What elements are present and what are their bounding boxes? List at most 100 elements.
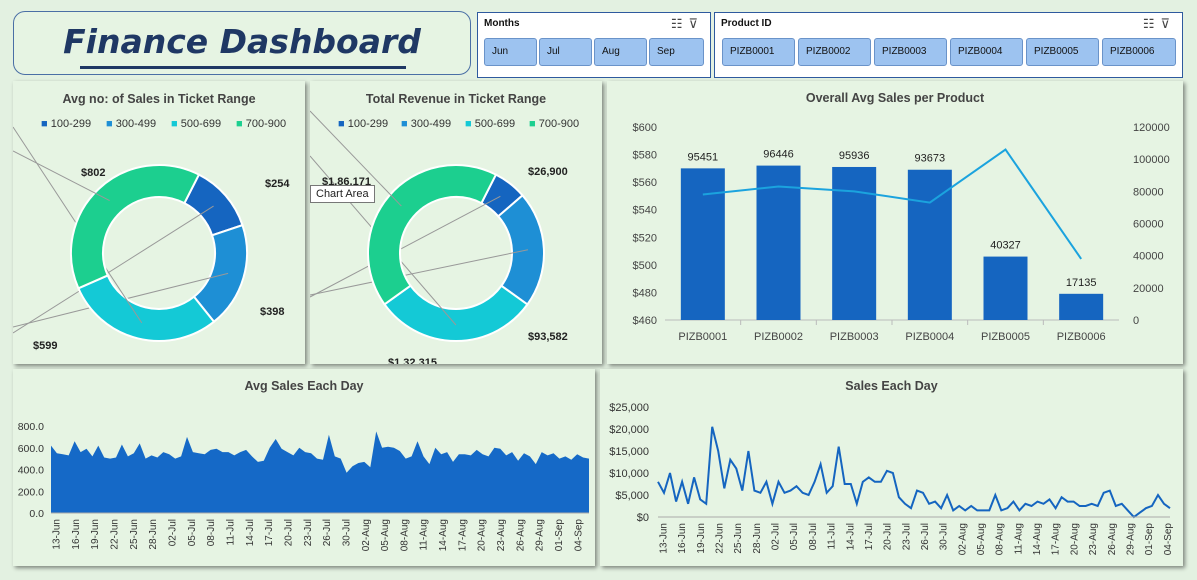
multi-select-icon[interactable]: ☷ xyxy=(671,16,689,31)
x-tick-label: 05-Jul xyxy=(187,519,198,546)
x-tick-label: 23-Jul xyxy=(901,523,912,550)
bar xyxy=(983,256,1028,320)
y-tick-label: $500 xyxy=(633,260,657,272)
bar-data-label: 17135 xyxy=(1066,277,1097,289)
x-tick-label: 29-Aug xyxy=(535,519,546,551)
chart-area-tooltip: Chart Area xyxy=(310,185,375,203)
y-tick-label: $580 xyxy=(633,150,657,162)
combo-chart[interactable]: $460 $480 $500 $520 $540 $560 $580 $600 0 20000 40… xyxy=(607,81,1183,364)
leader-line xyxy=(310,249,529,296)
y2-tick-label: 80000 xyxy=(1133,186,1164,198)
x-tick-label: 13-Jun xyxy=(52,519,63,550)
y-tick-label: $15,000 xyxy=(609,446,649,458)
data-label: $599 xyxy=(33,340,57,352)
y2-tick-label: 120000 xyxy=(1133,122,1170,134)
y-tick-label: $480 xyxy=(633,287,657,299)
slicer-item-jun[interactable]: Jun xyxy=(484,38,537,66)
bar-data-label: 93673 xyxy=(915,153,946,165)
x-tick-label: 11-Aug xyxy=(1013,523,1024,555)
sales-each-day-panel[interactable]: Sales Each Day $0 $5,000 $10,000 $15,000 $20… xyxy=(600,369,1183,566)
donut-slice xyxy=(77,274,216,342)
x-tick-label: 05-Jul xyxy=(789,523,800,550)
x-tick-label: 20-Aug xyxy=(1069,523,1080,555)
y-tick-label: $520 xyxy=(633,232,657,244)
y2-tick-label: 40000 xyxy=(1133,251,1164,263)
slicer-item-pizb0006[interactable]: PIZB0006 xyxy=(1102,38,1176,66)
x-tick-label: 17-Jul xyxy=(864,523,875,550)
avg-sales-ticket-range-panel[interactable]: Avg no: of Sales in Ticket Range ■ 100-2… xyxy=(13,81,305,364)
slicer-item-aug[interactable]: Aug xyxy=(594,38,647,66)
x-tick-label: 29-Aug xyxy=(1125,523,1136,555)
multi-select-icon[interactable]: ☷ xyxy=(1143,16,1161,31)
x-tick-label: 01-Sep xyxy=(1144,523,1155,556)
x-tick-label: 08-Aug xyxy=(995,523,1006,555)
x-tick-label: 04-Sep xyxy=(1163,523,1174,556)
x-tick-label: PIZB0005 xyxy=(981,331,1030,343)
x-tick-label: 02-Aug xyxy=(957,523,968,555)
area-chart[interactable]: 0.0 200.0 400.0 600.0 800.0 13-Jun 16-Jun 19-Ju… xyxy=(13,369,595,566)
product-slicer[interactable]: Product ID ☷⊽ PIZB0001 PIZB0002 PIZB0003… xyxy=(714,12,1183,78)
dashboard-title-box: Finance Dashboard xyxy=(13,11,471,75)
line-chart[interactable]: $0 $5,000 $10,000 $15,000 $20,000 $25,000 13-J… xyxy=(600,369,1183,566)
donut-chart[interactable]: $254 $398 $599 $802 xyxy=(13,81,305,364)
bar xyxy=(1059,293,1104,320)
slicer-item-sep[interactable]: Sep xyxy=(649,38,704,66)
x-tick-label: 19-Jun xyxy=(90,519,101,550)
x-tick-label: 08-Jul xyxy=(206,519,217,546)
x-tick-label: 30-Jul xyxy=(341,519,352,546)
slicer-item-pizb0005[interactable]: PIZB0005 xyxy=(1026,38,1099,66)
x-tick-label: 02-Jul xyxy=(167,519,178,546)
x-tick-label: 20-Aug xyxy=(477,519,488,551)
x-tick-label: 14-Jul xyxy=(245,519,256,546)
x-tick-label: 22-Jun xyxy=(109,519,120,550)
x-tick-label: 14-Aug xyxy=(1032,523,1043,555)
x-tick-label: 26-Jul xyxy=(322,519,333,546)
donut-slice xyxy=(367,164,498,306)
y-tick-label: 600.0 xyxy=(18,443,44,455)
x-tick-label: 20-Jul xyxy=(283,519,294,546)
x-tick-label: PIZB0006 xyxy=(1057,331,1106,343)
title-underline xyxy=(80,66,406,69)
x-tick-label: PIZB0004 xyxy=(905,331,954,343)
y-tick-label: 800.0 xyxy=(18,421,44,433)
x-tick-label: 14-Aug xyxy=(438,519,449,551)
total-revenue-ticket-range-panel[interactable]: Total Revenue in Ticket Range ■ 100-299 … xyxy=(310,81,602,364)
product-slicer-title: Product ID xyxy=(721,18,772,29)
y-tick-label: 400.0 xyxy=(18,465,44,477)
area-series xyxy=(51,431,589,513)
y-tick-label: 0.0 xyxy=(29,508,44,520)
avg-sales-per-product-panel[interactable]: Overall Avg Sales per Product $460 $480 $5… xyxy=(607,81,1183,364)
clear-filter-icon[interactable]: ⊽ xyxy=(1160,16,1176,31)
slicer-item-pizb0004[interactable]: PIZB0004 xyxy=(950,38,1023,66)
avg-sales-each-day-panel[interactable]: Avg Sales Each Day 0.0 200.0 400.0 600.0 800… xyxy=(13,369,595,566)
x-tick-label: PIZB0002 xyxy=(754,331,803,343)
x-tick-label: 11-Jul xyxy=(225,519,236,546)
x-tick-label: 17-Jul xyxy=(264,519,275,546)
x-tick-label: PIZB0001 xyxy=(678,331,727,343)
x-tick-label: 25-Jun xyxy=(129,519,140,550)
x-tick-label: 04-Sep xyxy=(573,519,584,552)
y-tick-label: $460 xyxy=(633,315,657,327)
x-tick-label: 16-Jun xyxy=(677,523,688,554)
x-tick-label: 28-Jun xyxy=(148,519,159,550)
data-label: $398 xyxy=(260,306,284,318)
x-tick-label: 23-Aug xyxy=(1088,523,1099,555)
bar-data-label: 40327 xyxy=(990,240,1021,252)
donut-chart[interactable]: $26,900$93,582$1,32,315$1,86,171 xyxy=(310,81,602,364)
y-tick-label: $5,000 xyxy=(615,490,649,502)
x-tick-label: 11-Aug xyxy=(419,519,430,551)
slicer-item-pizb0002[interactable]: PIZB0002 xyxy=(798,38,871,66)
slicer-item-jul[interactable]: Jul xyxy=(539,38,592,66)
slicer-item-pizb0003[interactable]: PIZB0003 xyxy=(874,38,947,66)
y-tick-label: $0 xyxy=(637,512,649,524)
slicer-item-pizb0001[interactable]: PIZB0001 xyxy=(722,38,795,66)
x-tick-label: 05-Aug xyxy=(380,519,391,551)
data-label: $26,900 xyxy=(528,166,568,178)
months-slicer[interactable]: Months ☷⊽ Jun Jul Aug Sep xyxy=(477,12,711,78)
x-tick-label: 26-Aug xyxy=(515,519,526,551)
x-tick-label: 13-Jun xyxy=(659,523,670,554)
y2-tick-label: 100000 xyxy=(1133,154,1170,166)
x-tick-label: 17-Aug xyxy=(457,519,468,551)
clear-filter-icon[interactable]: ⊽ xyxy=(688,16,704,31)
y-tick-label: $600 xyxy=(633,122,657,134)
